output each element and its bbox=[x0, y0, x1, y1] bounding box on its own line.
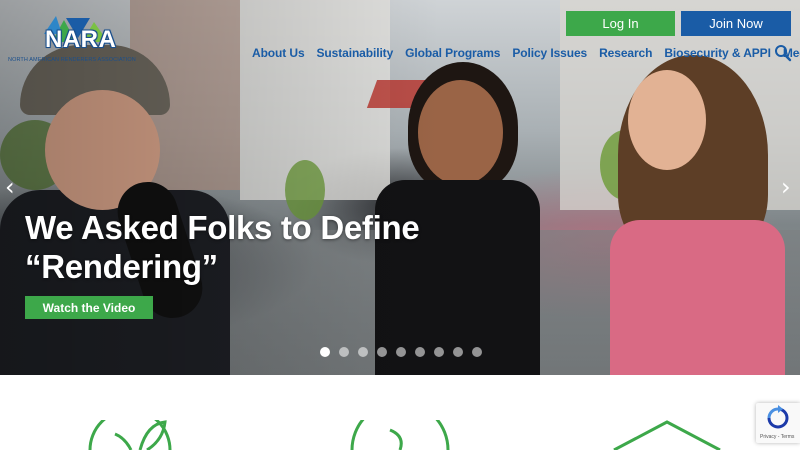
recaptcha-badge[interactable]: Privacy - Terms bbox=[756, 403, 800, 443]
carousel-dot[interactable] bbox=[453, 347, 463, 357]
recaptcha-icon bbox=[767, 405, 789, 429]
watch-video-button[interactable]: Watch the Video bbox=[25, 296, 153, 319]
globe-leaf-icon bbox=[88, 420, 172, 450]
carousel-prev-arrow[interactable]: ‹ bbox=[5, 175, 15, 199]
globe-icon bbox=[350, 420, 450, 450]
nav-item-sustainability[interactable]: Sustainability bbox=[317, 46, 394, 60]
logo-wordmark: NARA bbox=[45, 26, 117, 53]
main-nav: About Us Sustainability Global Programs … bbox=[252, 46, 800, 60]
carousel-dot[interactable] bbox=[415, 347, 425, 357]
carousel-next-arrow[interactable]: › bbox=[781, 175, 791, 199]
carousel-dot[interactable] bbox=[396, 347, 406, 357]
recaptcha-links[interactable]: Privacy - Terms bbox=[760, 434, 794, 440]
join-now-button[interactable]: Join Now bbox=[681, 11, 791, 36]
logo-tagline: NORTH AMERICAN RENDERERS ASSOCIATION bbox=[8, 57, 136, 63]
carousel-dots bbox=[320, 347, 482, 357]
login-button[interactable]: Log In bbox=[566, 11, 675, 36]
hero-title: We Asked Folks to Define “Rendering” bbox=[25, 209, 420, 285]
carousel-dot[interactable] bbox=[339, 347, 349, 357]
nav-item-biosecurity[interactable]: Biosecurity & APPI bbox=[664, 46, 771, 60]
nav-item-global-programs[interactable]: Global Programs bbox=[405, 46, 500, 60]
carousel-dot[interactable] bbox=[377, 347, 387, 357]
carousel-dot[interactable] bbox=[434, 347, 444, 357]
carousel-dot[interactable] bbox=[472, 347, 482, 357]
search-icon[interactable] bbox=[774, 44, 792, 62]
house-icon bbox=[613, 420, 721, 450]
carousel-dot[interactable] bbox=[358, 347, 368, 357]
nav-item-policy-issues[interactable]: Policy Issues bbox=[512, 46, 587, 60]
nara-logo[interactable]: NARA NORTH AMERICAN RENDERERS ASSOCIATIO… bbox=[8, 14, 138, 66]
nav-item-research[interactable]: Research bbox=[599, 46, 652, 60]
nav-item-about-us[interactable]: About Us bbox=[252, 46, 305, 60]
carousel-dot[interactable] bbox=[320, 347, 330, 357]
